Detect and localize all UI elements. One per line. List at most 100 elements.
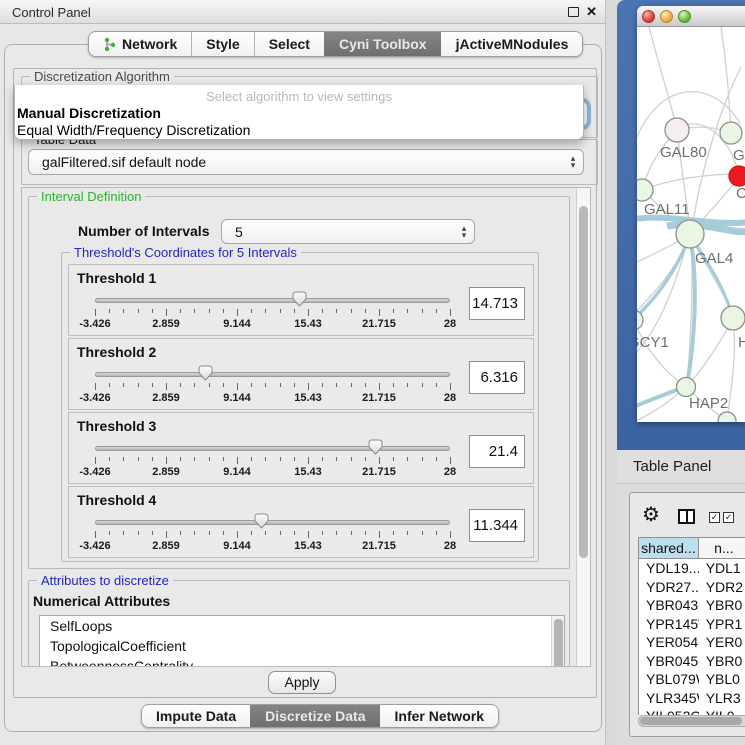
minimize-traffic-light-icon[interactable] — [660, 10, 673, 23]
threshold-value-field[interactable]: 6.316 — [469, 361, 525, 394]
network-node-ga[interactable] — [720, 122, 742, 144]
table-panel-titlebar: Table Panel — [617, 450, 745, 484]
close-icon[interactable]: ✕ — [586, 4, 597, 20]
table-row[interactable]: YDR27...YDR2 — [639, 578, 745, 597]
table-column-header[interactable]: n... — [699, 537, 745, 559]
network-node-gal4[interactable] — [676, 220, 704, 248]
network-node-label: C — [736, 185, 745, 202]
network-edge[interactable] — [637, 322, 684, 385]
slider-thumb[interactable] — [292, 291, 307, 307]
slider-thumb[interactable] — [198, 365, 213, 381]
tab-cyni-toolbox[interactable]: Cyni Toolbox — [324, 32, 441, 56]
table-cell: YDR2 — [699, 578, 745, 597]
attributes-list-scrollbar-thumb[interactable] — [554, 619, 563, 667]
table-row[interactable]: YLR345WYLR3 — [639, 689, 745, 708]
gear-icon[interactable]: ⚙ — [642, 505, 660, 525]
network-node-label: GAL11 — [644, 201, 690, 218]
slider-track[interactable] — [95, 520, 450, 525]
table-row[interactable]: YER054CYER0 — [639, 633, 745, 652]
slider-track[interactable] — [95, 446, 450, 451]
network-node-gal80[interactable] — [665, 118, 689, 142]
network-edge[interactable] — [721, 27, 731, 133]
settings-vertical-scrollbar[interactable] — [576, 188, 590, 666]
split-columns-icon[interactable] — [678, 509, 695, 524]
checkbox-icon[interactable]: ✓ — [709, 512, 720, 523]
checkbox-icon[interactable]: ✓ — [723, 512, 734, 523]
tab-jactivemnodules[interactable]: jActiveMNodules — [441, 32, 583, 56]
network-node-gal11[interactable] — [637, 179, 653, 201]
close-traffic-light-icon[interactable] — [642, 10, 655, 23]
threshold-value-field[interactable]: 14.713 — [469, 287, 525, 320]
network-edge[interactable] — [637, 235, 690, 317]
tab-select[interactable]: Select — [254, 32, 324, 56]
float-window-icon[interactable] — [568, 7, 579, 17]
network-canvas[interactable]: GAL80GACGAL11GAL4GCY1HHAP2 — [637, 27, 745, 422]
network-node-h[interactable] — [721, 306, 745, 330]
slider-tick-labels: -3.4262.8599.14415.4321.71528 — [95, 540, 450, 552]
slider-track[interactable] — [95, 298, 450, 303]
attributes-list-scrollbar[interactable] — [551, 616, 564, 667]
network-node-hap2[interactable] — [677, 378, 696, 397]
network-graph[interactable]: GAL80GACGAL11GAL4GCY1HHAP2 — [637, 27, 745, 422]
threshold-value-field[interactable]: 21.4 — [469, 435, 525, 468]
screen: Control Panel ✕ NetworkStyleSelectCyni T… — [0, 0, 745, 745]
slider-thumb[interactable] — [254, 513, 269, 529]
node-attribute-table[interactable]: shared...n...YDL19...YDL1YDR27...YDR2YBR… — [638, 537, 745, 715]
tab-label: Impute Data — [156, 708, 236, 724]
network-node-label: GA — [733, 147, 745, 164]
attribute-list-item[interactable]: TopologicalCoefficient — [40, 636, 564, 656]
table-row[interactable]: YIL052CYIL0 — [639, 707, 745, 715]
tab-infer-network[interactable]: Infer Network — [380, 705, 498, 727]
table-cell: YDL19... — [639, 559, 699, 578]
table-cell: YBR043C — [639, 596, 699, 615]
table-cell: YBR045C — [639, 652, 699, 671]
thresholds-group-title: Threshold's Coordinates for 5 Intervals — [70, 245, 301, 260]
network-node-c[interactable] — [729, 166, 745, 186]
slider-track[interactable] — [95, 372, 450, 377]
threshold-panel-1: Threshold 1-3.4262.8599.14415.4321.71528… — [68, 264, 534, 336]
tab-label: Style — [206, 36, 239, 52]
network-node-label: HAP2 — [689, 395, 728, 412]
apply-button[interactable]: Apply — [268, 671, 336, 694]
attribute-list-item[interactable]: BetweennessCentrality — [40, 656, 564, 667]
settings-scrollbar-thumb[interactable] — [579, 206, 588, 558]
network-icon — [103, 37, 116, 52]
table-row[interactable]: YBR043CYBR0 — [639, 596, 745, 615]
number-of-intervals-combobox[interactable]: 5 ▴▾ — [221, 219, 475, 244]
algorithm-option-manual-discretization[interactable]: Manual Discretization — [15, 104, 583, 121]
threshold-panel-3: Threshold 3-3.4262.8599.14415.4321.71528… — [68, 412, 534, 484]
network-edge[interactable] — [637, 389, 684, 422]
table-cell: YBR0 — [699, 652, 745, 671]
threshold-value-field[interactable]: 11.344 — [469, 509, 525, 542]
attribute-list-item[interactable]: SelfLoops — [40, 616, 564, 636]
table-column-header[interactable]: shared... — [639, 537, 699, 559]
slider-ticks — [95, 457, 450, 465]
network-node-label: GCY1 — [637, 334, 669, 351]
discretization-algorithm-group-title: Discretization Algorithm — [30, 69, 174, 84]
numerical-attributes-list[interactable]: SelfLoopsTopologicalCoefficientBetweenne… — [39, 615, 565, 667]
network-node-label: H — [738, 334, 745, 351]
algorithm-popup-hint: Select algorithm to view settings — [15, 85, 583, 104]
tab-impute-data[interactable]: Impute Data — [142, 705, 250, 727]
network-edge[interactable] — [649, 27, 676, 128]
table-row[interactable]: YPR145WYPR1 — [639, 615, 745, 634]
slider-tick-labels: -3.4262.8599.14415.4321.71528 — [95, 466, 450, 478]
attributes-group: Attributes to discretize Numerical Attri… — [28, 580, 570, 667]
tab-discretize-data[interactable]: Discretize Data — [250, 705, 379, 727]
network-node-label: GAL80 — [660, 144, 707, 161]
table-row[interactable]: YBR045CYBR0 — [639, 652, 745, 671]
table-horizontal-scrollbar[interactable] — [638, 715, 745, 727]
table-row[interactable]: YDL19...YDL1 — [639, 559, 745, 578]
zoom-traffic-light-icon[interactable] — [678, 10, 691, 23]
table-row[interactable]: YBL079WYBL0 — [639, 670, 745, 689]
algorithm-option-equal-width-frequency[interactable]: Equal Width/Frequency Discretization — [15, 121, 583, 138]
tab-network[interactable]: Network — [89, 32, 191, 56]
tab-label: Network — [122, 36, 177, 52]
network-edge[interactable] — [643, 174, 738, 190]
slider-thumb[interactable] — [368, 439, 383, 455]
tab-style[interactable]: Style — [191, 32, 253, 56]
network-node[interactable] — [718, 412, 736, 422]
table-horizontal-scrollbar-thumb[interactable] — [640, 717, 742, 725]
network-inner-window: GAL80GACGAL11GAL4GCY1HHAP2 — [637, 6, 745, 422]
table-data-combobox[interactable]: galFiltered.sif default node ▴▾ — [28, 149, 584, 175]
